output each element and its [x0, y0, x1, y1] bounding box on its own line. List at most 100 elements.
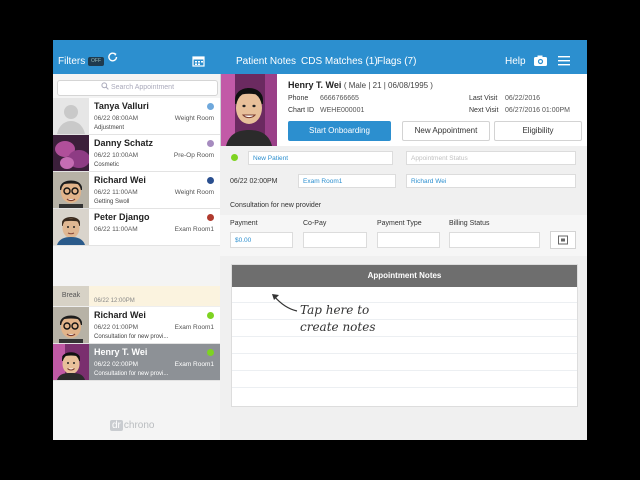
tab-flags[interactable]: Flags (7) — [377, 40, 416, 74]
hint-line-1: Tap here to — [300, 303, 370, 317]
hint-line-2: create notes — [300, 320, 376, 334]
appointment-time: 06/22 10:00AM — [94, 152, 139, 159]
appointment-item[interactable]: Tanya Valluri 06/22 08:00AM Adjustment W… — [53, 98, 220, 135]
phone-label: Phone — [288, 95, 309, 102]
payment-type-select[interactable] — [377, 232, 440, 248]
billing-details-button[interactable] — [550, 231, 576, 249]
new-appointment-button[interactable]: New Appointment — [402, 121, 490, 141]
help-link[interactable]: Help — [505, 40, 526, 74]
appointment-form: New Patient Appointment Status 06/22 02:… — [220, 146, 587, 440]
appointment-reason[interactable]: Consultation for new provider — [230, 202, 321, 209]
app-window: Filters OFF Patient Notes CDS Matches (1… — [53, 40, 587, 440]
appointment-status-select[interactable]: Appointment Status — [406, 151, 576, 165]
avatar — [53, 307, 89, 343]
status-dot — [207, 214, 214, 221]
status-dot — [231, 154, 238, 161]
patient-name: Tanya Valluri — [94, 101, 149, 111]
logo-dr: dr — [110, 420, 123, 431]
filters-toggle-state: OFF — [88, 56, 104, 66]
status-dot — [207, 312, 214, 319]
search-appointment-input[interactable]: Search Appointment — [57, 80, 218, 96]
appointment-notes-card[interactable]: Appointment Notes Tap here to create note… — [231, 264, 578, 407]
next-visit-label: Next Visit — [469, 107, 499, 114]
appointment-time: 06/22 02:00PM — [94, 361, 139, 368]
appointment-room: Weight Room — [174, 189, 214, 196]
drchrono-logo: dr chrono — [110, 420, 154, 431]
avatar — [53, 172, 89, 208]
note-line — [232, 353, 577, 354]
phone-value: 6666766665 — [320, 95, 359, 102]
break-slot[interactable]: Break 06/22 12:00PM — [53, 286, 220, 307]
calendar-icon[interactable] — [192, 40, 205, 74]
top-bar: Filters OFF Patient Notes CDS Matches (1… — [53, 40, 587, 74]
status-dot — [207, 140, 214, 147]
payment-type-label: Payment Type — [377, 220, 422, 227]
appointment-item[interactable]: Richard Wei 06/22 01:00PM Consultation f… — [53, 307, 220, 344]
last-visit-label: Last Visit — [469, 95, 498, 102]
camera-icon[interactable] — [533, 40, 548, 74]
patient-name: Richard Wei — [94, 310, 146, 320]
appointment-room: Pre-Op Room — [173, 152, 214, 159]
avatar — [53, 135, 90, 171]
logo-text: chrono — [123, 420, 155, 431]
tab-cds-matches[interactable]: CDS Matches (1) — [301, 40, 378, 74]
billing-status-label: Billing Status — [449, 220, 490, 227]
start-onboarding-button[interactable]: Start Onboarding — [288, 121, 391, 141]
appointment-item[interactable]: Peter Django 06/22 11:00AM Exam Room1 — [53, 209, 220, 246]
tab-patient-notes[interactable]: Patient Notes — [236, 40, 296, 74]
appointment-note: Consultation for new provi... — [94, 334, 169, 340]
appointment-time: 06/22 11:00AM — [94, 189, 138, 196]
patient-photo[interactable] — [221, 74, 277, 146]
expand-icon — [558, 235, 568, 245]
note-line — [232, 319, 577, 320]
status-dot — [207, 349, 214, 356]
payment-label: Payment — [230, 220, 258, 227]
appointment-item[interactable]: Danny Schatz 06/22 10:00AM Cosmetic Pre-… — [53, 135, 220, 172]
eligibility-button[interactable]: Eligibility — [494, 121, 582, 141]
break-label: Break — [53, 286, 89, 306]
exam-room-select[interactable]: Exam Room1 — [298, 174, 396, 188]
appointment-note: Getting Swoll — [94, 199, 130, 205]
appointment-note: Cosmetic — [94, 162, 120, 168]
copay-label: Co-Pay — [303, 220, 327, 227]
status-dot — [207, 103, 214, 110]
appointment-time: 06/22 01:00PM — [94, 324, 139, 331]
appointment-datetime[interactable]: 06/22 02:00PM — [230, 178, 277, 185]
appointment-note: Consultation for new provi... — [94, 371, 169, 377]
notes-title: Appointment Notes — [232, 265, 577, 287]
patient-name: Danny Schatz — [94, 138, 154, 148]
filters-toggle[interactable]: OFF — [88, 40, 104, 74]
avatar-placeholder — [53, 98, 89, 134]
last-visit-value: 06/22/2016 — [505, 95, 541, 102]
billing-status-select[interactable] — [449, 232, 540, 248]
create-notes-hint[interactable]: Tap here to create notes — [300, 302, 376, 336]
next-visit-value: 06/27/2016 01:00PM — [505, 107, 570, 114]
appointment-detail-panel: Henry T. Wei ( Male | 21 | 06/08/1995 ) … — [220, 74, 587, 440]
avatar — [53, 209, 89, 245]
appointment-room: Weight Room — [174, 115, 214, 122]
chart-id-value: WEHE000001 — [320, 107, 365, 114]
appointment-item[interactable]: Richard Wei 06/22 11:00AM Getting Swoll … — [53, 172, 220, 209]
status-dot — [207, 177, 214, 184]
appointment-note: Adjustment — [94, 125, 125, 131]
copay-input[interactable] — [303, 232, 367, 248]
avatar — [53, 344, 89, 380]
note-line — [232, 370, 577, 371]
appointment-item-selected[interactable]: Henry T. Wei 06/22 02:00PM Consultation … — [53, 344, 220, 381]
appointment-time: 06/22 11:00AM — [94, 226, 138, 233]
filters-button[interactable]: Filters — [58, 40, 85, 74]
note-line — [232, 336, 577, 337]
payment-input[interactable]: $0.00 — [230, 232, 293, 248]
appointment-room: Exam Room1 — [174, 324, 214, 331]
provider-select[interactable]: Richard Wei — [406, 174, 576, 188]
refresh-icon[interactable] — [107, 40, 119, 74]
patient-header-name: Henry T. Wei ( Male | 21 | 06/08/1995 ) — [288, 80, 433, 90]
patient-full-name: Henry T. Wei — [288, 80, 342, 90]
patient-name: Henry T. Wei — [94, 347, 148, 357]
patient-name: Peter Django — [94, 212, 150, 222]
menu-icon[interactable] — [557, 40, 571, 74]
patient-status-select[interactable]: New Patient — [248, 151, 393, 165]
search-placeholder: Search Appointment — [110, 84, 175, 91]
break-time: 06/22 12:00PM — [94, 298, 135, 304]
search-icon — [101, 82, 109, 90]
